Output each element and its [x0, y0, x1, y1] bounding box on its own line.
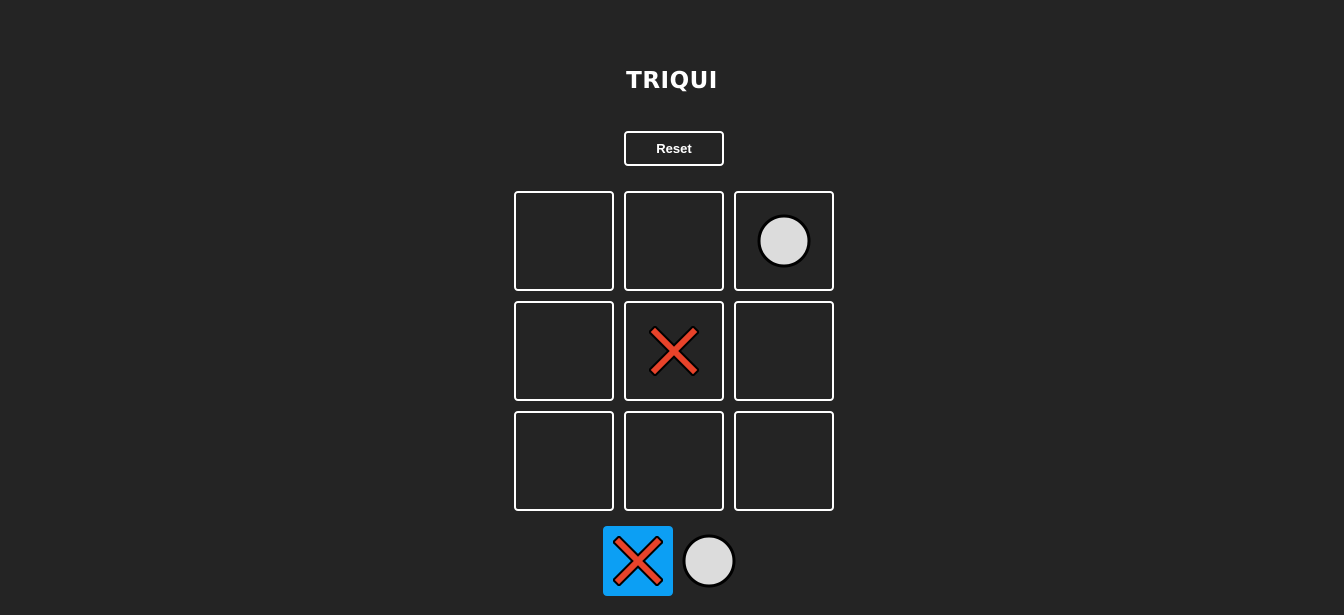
board-cell-9[interactable] — [734, 411, 834, 511]
game-page: TRIQUI Reset — [0, 0, 1344, 615]
x-mark-icon — [649, 326, 699, 376]
circle-icon — [757, 214, 811, 268]
turn-indicator — [603, 526, 737, 596]
reset-button[interactable]: Reset — [624, 131, 724, 166]
page-title: TRIQUI — [626, 68, 718, 94]
board-cell-1[interactable] — [514, 191, 614, 291]
turn-slot-x — [603, 526, 673, 596]
game-board — [514, 191, 834, 511]
board-cell-3[interactable] — [734, 191, 834, 291]
circle-icon — [682, 534, 736, 588]
board-cell-2[interactable] — [624, 191, 724, 291]
board-cell-6[interactable] — [734, 301, 834, 401]
board-cell-7[interactable] — [514, 411, 614, 511]
board-cell-5[interactable] — [624, 301, 724, 401]
board-cell-8[interactable] — [624, 411, 724, 511]
x-mark-icon — [613, 536, 663, 586]
board-cell-4[interactable] — [514, 301, 614, 401]
turn-slot-o — [681, 526, 737, 596]
